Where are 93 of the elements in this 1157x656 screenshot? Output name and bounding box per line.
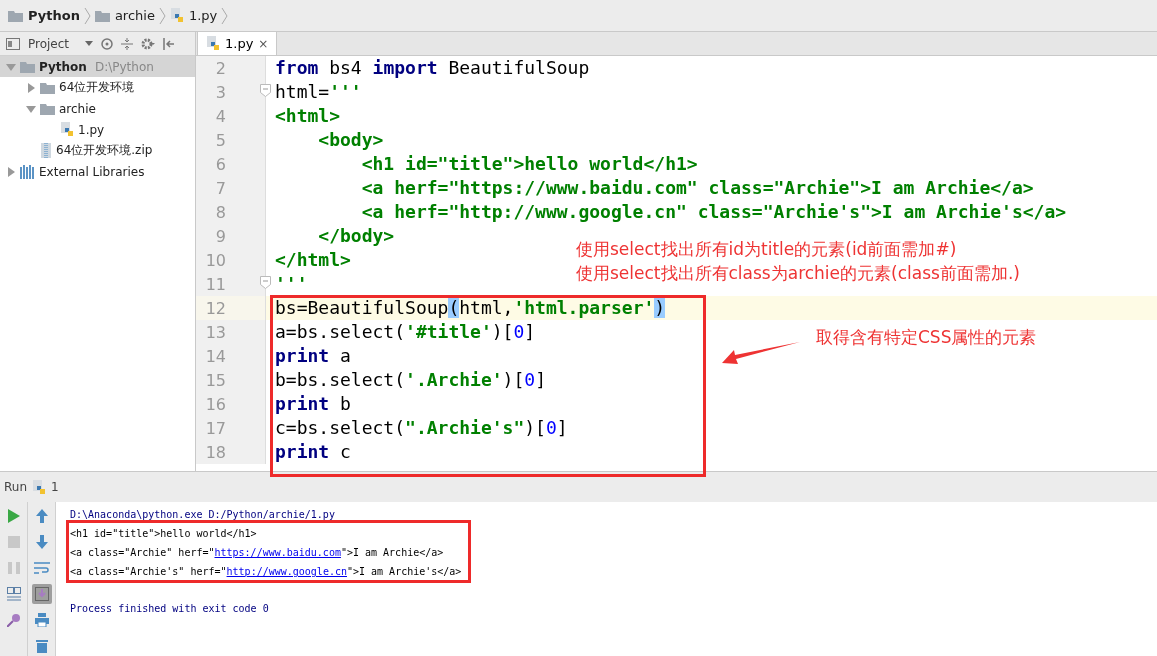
fold-marker-icon[interactable] <box>260 84 271 98</box>
console-line: <a class="Archie" herf="https://www.baidu.com">I am Archie</a> <box>70 546 445 560</box>
panel-title[interactable]: Project <box>28 36 70 51</box>
console-link[interactable]: https://www.baidu.com <box>214 547 341 558</box>
item-label: archie <box>59 101 96 116</box>
line-number: 4 <box>214 106 226 126</box>
code-line: c=bs.select(".Archie's")[0] <box>274 416 568 441</box>
tree-item[interactable]: 64位开发环境 <box>0 77 195 99</box>
expanded-arrow-icon[interactable] <box>26 103 36 114</box>
tree-item[interactable]: 1.py <box>0 119 195 141</box>
line-number: 8 <box>214 202 226 222</box>
line-number: 17 <box>204 418 226 438</box>
code-line: html=''' <box>274 80 362 105</box>
code-line: <a herf="http://www.google.cn" class="Archie's">I am Archie's</a> <box>360 200 1067 225</box>
item-path: D:\Python <box>94 59 154 74</box>
collapsed-arrow-icon[interactable] <box>26 82 36 93</box>
line-number: 16 <box>204 394 226 414</box>
panel-title[interactable]: Run <box>4 480 27 494</box>
expanded-arrow-icon[interactable] <box>6 61 16 72</box>
callout-label: 取得含有特定CSS属性的元素 <box>816 326 1037 350</box>
console-link[interactable]: http://www.google.cn <box>226 566 347 577</box>
scroll-to-end-icon[interactable] <box>31 584 52 604</box>
close-icon[interactable]: × <box>258 36 269 51</box>
python-file-icon <box>32 479 46 495</box>
line-number: 5 <box>214 130 226 150</box>
tab-label: 1.py <box>225 36 254 52</box>
folder-icon <box>40 81 55 94</box>
line-number: 14 <box>204 346 226 366</box>
tree-item[interactable]: Python D:\Python <box>0 56 195 78</box>
line-number: 11 <box>204 274 226 294</box>
project-view-icon <box>6 37 20 50</box>
library-icon <box>20 164 35 179</box>
line-number: 2 <box>214 58 226 78</box>
code-line: print a <box>274 344 351 369</box>
item-label: 64位开发环境 <box>59 79 135 97</box>
code-line: </html> <box>274 248 351 273</box>
console-line: D:\Anaconda\python.exe D:/Python/archie/1.py <box>70 508 336 522</box>
item-label: 64位开发环境.zip <box>56 142 153 160</box>
code-line: b=bs.select('.Archie')[0] <box>274 368 546 393</box>
code-line: a=bs.select('#title')[0] <box>274 320 536 345</box>
line-number: 15 <box>204 370 226 390</box>
code-line: <html> <box>274 104 341 129</box>
line-number: 18 <box>204 442 226 462</box>
python-file-icon <box>60 122 74 138</box>
breadcrumb[interactable]: archie <box>94 8 155 24</box>
target-icon[interactable] <box>101 37 114 50</box>
chevron-icon <box>158 6 166 25</box>
console-line: Process finished with exit code 0 <box>70 602 270 616</box>
code-line: <h1 id="title">hello world</h1> <box>360 152 698 177</box>
item-label: Python <box>39 59 87 74</box>
folder-icon <box>94 9 110 22</box>
code-line: from bs4 import BeautifulSoup <box>274 56 590 81</box>
tree-item[interactable]: External Libraries <box>0 161 195 183</box>
code-line: <body> <box>317 128 384 153</box>
python-file-icon <box>169 8 184 24</box>
line-number: 12 <box>204 298 226 318</box>
file-tab[interactable]: 1.py × <box>197 31 278 56</box>
chevron-icon <box>221 6 229 25</box>
line-number: 13 <box>204 322 226 342</box>
console-line: <h1 id="title">hello world</h1> <box>70 527 258 541</box>
folder-icon <box>20 60 35 73</box>
dropdown-caret-icon[interactable] <box>85 41 94 47</box>
collapse-icon[interactable] <box>121 37 134 50</box>
line-number: 9 <box>214 226 226 246</box>
code-line: <a herf="https://www.baidu.com" class="Archie">I am Archie</a> <box>360 176 1034 201</box>
hide-panel-icon[interactable] <box>163 37 176 50</box>
item-label: 1.py <box>78 122 105 137</box>
run-config-label[interactable]: 1 <box>51 480 59 494</box>
line-number: 10 <box>204 250 226 270</box>
line-number: 7 <box>214 178 226 198</box>
item-label: External Libraries <box>39 164 145 179</box>
tree-item[interactable]: 64位开发环境.zip <box>0 140 195 162</box>
breadcrumb[interactable]: 1.py <box>169 8 218 24</box>
tree-item[interactable]: archie <box>0 98 195 120</box>
code-line: print b <box>274 392 351 417</box>
collapsed-arrow-icon[interactable] <box>6 166 16 177</box>
annotation-note: 使用select找出所有id为title的元素(id前面需加#) <box>576 238 957 262</box>
code-line: </body> <box>317 224 395 249</box>
python-file-icon <box>206 36 220 52</box>
chevron-icon <box>83 6 91 25</box>
console-line: <a class="Archie's" herf="http://www.google.cn">I am Archie's</a> <box>70 565 463 579</box>
annotation-note: 使用select找出所有class为archie的元素(class前面需加.) <box>576 262 1020 286</box>
code-line: bs=BeautifulSoup(html,'html.parser') <box>274 296 666 321</box>
folder-icon <box>8 9 23 22</box>
line-number: 6 <box>214 154 226 174</box>
archive-icon <box>40 143 52 159</box>
code-line: print c <box>274 440 351 465</box>
fold-marker-icon[interactable] <box>260 276 271 290</box>
folder-icon <box>40 102 55 115</box>
breadcrumb[interactable]: Python <box>8 8 80 24</box>
line-number: 3 <box>214 82 226 102</box>
settings-icon[interactable] <box>141 37 156 50</box>
code-line: ''' <box>274 272 308 297</box>
